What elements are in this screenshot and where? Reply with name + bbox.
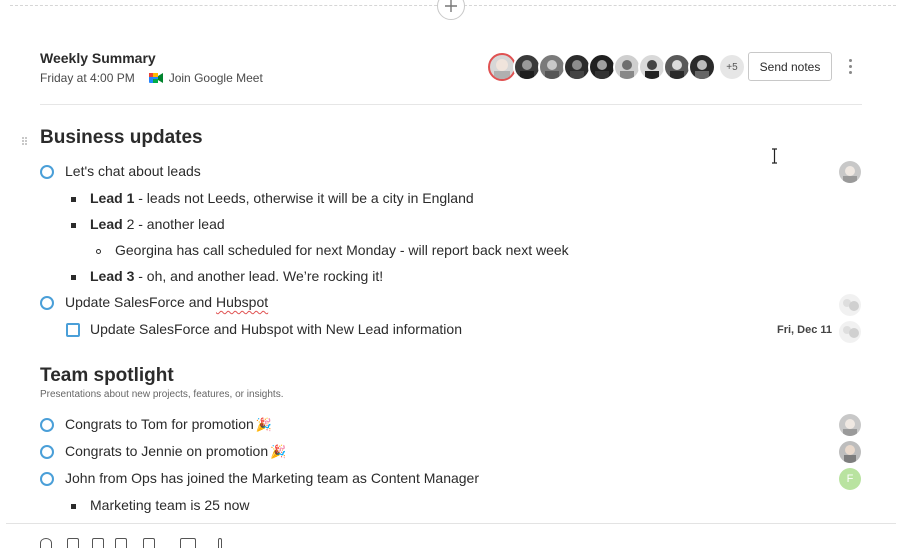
avatar[interactable]: [663, 53, 691, 81]
task-circle-toggle[interactable]: [40, 296, 54, 310]
more-options-icon[interactable]: [845, 57, 855, 77]
bullet: [71, 275, 76, 280]
item-text: Update SalesForce and Hubspot: [65, 294, 269, 310]
drag-handle-icon[interactable]: [22, 136, 28, 146]
avatar[interactable]: [538, 53, 566, 81]
avatar[interactable]: [613, 53, 641, 81]
avatar[interactable]: [513, 53, 541, 81]
avatar[interactable]: [488, 53, 516, 81]
section-title-business-updates: Business updates: [40, 127, 203, 148]
image-icon[interactable]: [180, 538, 196, 548]
more-attendees-badge[interactable]: +5: [718, 53, 746, 81]
plus-icon: [445, 0, 457, 12]
list-item: Lead 3 - oh, and another lead. We’re roc…: [0, 265, 906, 289]
item-text: Congrats to Jennie on promotion 🎉: [65, 443, 287, 459]
section-subtitle: Presentations about new projects, featur…: [40, 389, 284, 400]
list-item: Marketing team is 25 now: [0, 494, 906, 518]
person-icon: [620, 60, 634, 79]
meeting-time: Friday at 4:00 PM: [40, 71, 135, 85]
item-text: Lead 1 - leads not Leeds, otherwise it w…: [90, 190, 474, 206]
formatting-toolbar: [40, 538, 866, 550]
due-date[interactable]: Fri, Dec 11: [777, 324, 832, 336]
party-popper-icon: 🎉: [255, 417, 273, 432]
meeting-title: Weekly Summary: [40, 50, 156, 66]
person-icon: [595, 60, 609, 79]
item-text: John from Ops has joined the Marketing t…: [65, 470, 479, 486]
section-title-team-spotlight: Team spotlight: [40, 365, 174, 386]
person-icon: [843, 299, 859, 311]
bullet: [71, 504, 76, 509]
person-icon: [545, 60, 559, 79]
list-item: Congrats to Tom for promotion 🎉: [0, 413, 906, 437]
join-google-meet-link[interactable]: Join Google Meet: [169, 71, 263, 85]
person-icon: [843, 166, 857, 183]
avatar[interactable]: [839, 414, 861, 436]
send-notes-button[interactable]: Send notes: [748, 52, 832, 81]
list-item: Georgina has call scheduled for next Mon…: [0, 239, 906, 263]
text-cursor-icon: [772, 148, 777, 164]
person-icon: [520, 60, 534, 79]
item-text: Let's chat about leads: [65, 163, 201, 179]
more-icon[interactable]: [218, 538, 222, 548]
bottom-divider: [6, 523, 896, 524]
person-icon: [695, 60, 709, 79]
list-item: Lead 1 - leads not Leeds, otherwise it w…: [0, 187, 906, 211]
meeting-time-row: Friday at 4:00 PM Join Google Meet: [40, 71, 263, 85]
avatar[interactable]: [638, 53, 666, 81]
list-item: Lead 2 - another lead: [0, 213, 906, 237]
avatar[interactable]: [688, 53, 716, 81]
item-text: Congrats to Tom for promotion 🎉: [65, 416, 273, 432]
person-icon: [844, 445, 856, 463]
item-text: Georgina has call scheduled for next Mon…: [115, 242, 569, 258]
circle-task-icon[interactable]: [40, 538, 52, 548]
task-checkbox[interactable]: [66, 323, 80, 337]
person-icon: [843, 419, 857, 436]
attach-icon[interactable]: [143, 538, 155, 548]
task-circle-toggle[interactable]: [40, 445, 54, 459]
item-text: Lead 3 - oh, and another lead. We’re roc…: [90, 268, 384, 284]
task-circle-toggle[interactable]: [40, 418, 54, 432]
bullet: [71, 197, 76, 202]
item-text: Marketing team is 25 now: [90, 497, 250, 513]
meeting-header: Weekly Summary Friday at 4:00 PM Join Go…: [40, 42, 862, 105]
avatar[interactable]: [563, 53, 591, 81]
add-section-button[interactable]: [437, 0, 465, 20]
list-item: John from Ops has joined the Marketing t…: [0, 467, 906, 491]
heading-icon[interactable]: [92, 538, 104, 548]
item-text: Lead 2 - another lead: [90, 216, 225, 232]
list-item: Update SalesForce and Hubspot with New L…: [0, 318, 906, 343]
avatar[interactable]: [839, 321, 861, 343]
person-icon: [645, 60, 659, 79]
person-icon: [843, 326, 859, 338]
item-text: Update SalesForce and Hubspot with New L…: [90, 321, 462, 337]
avatar[interactable]: [588, 53, 616, 81]
avatar[interactable]: [839, 161, 861, 183]
party-popper-icon: 🎉: [270, 444, 287, 459]
person-icon: [570, 60, 584, 79]
avatar[interactable]: [839, 441, 861, 463]
task-circle-toggle[interactable]: [40, 472, 54, 486]
bullet: [71, 223, 76, 228]
bullet: [96, 249, 101, 254]
list-item: Congrats to Jennie on promotion 🎉: [0, 440, 906, 464]
google-meet-icon: [148, 73, 163, 83]
task-circle-toggle[interactable]: [40, 165, 54, 179]
person-icon: [670, 60, 684, 79]
person-icon: [494, 59, 510, 79]
checkbox-icon[interactable]: [67, 538, 79, 548]
avatar[interactable]: F: [839, 468, 861, 490]
list-item: Update SalesForce and Hubspot: [0, 291, 906, 316]
quote-icon[interactable]: [115, 538, 127, 548]
avatar[interactable]: [839, 294, 861, 316]
